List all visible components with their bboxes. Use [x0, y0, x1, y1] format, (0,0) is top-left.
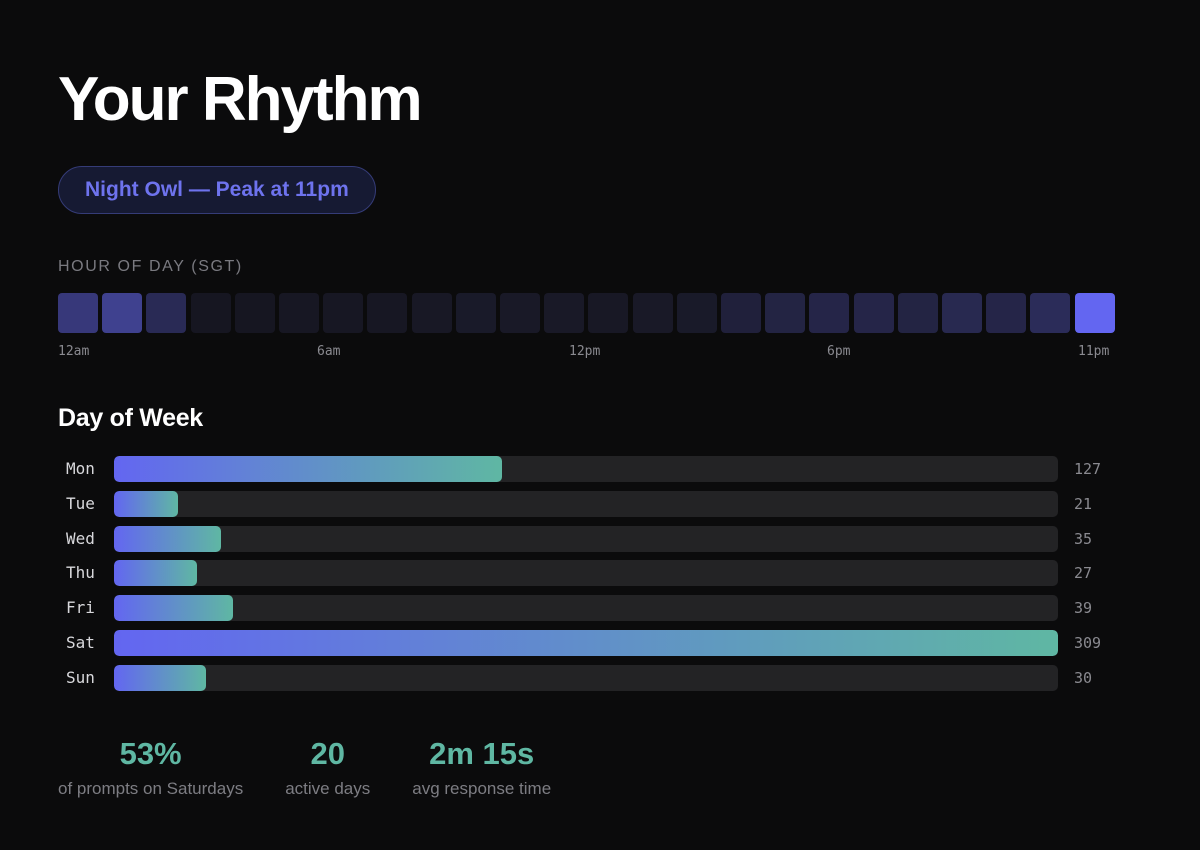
- hour-cell-12am: [58, 293, 98, 333]
- day-bar-track: [114, 664, 1058, 691]
- hour-cell-5pm: [809, 293, 850, 333]
- hour-cell-9pm: [986, 293, 1027, 333]
- stat-label: active days: [285, 779, 371, 798]
- day-row-wed: Wed 35: [58, 525, 1138, 552]
- stat-value: 2m 15s: [429, 736, 535, 771]
- hour-cell-3am: [190, 293, 231, 333]
- day-of-week-chart: Mon 127 Tue 21 Wed 35 Thu 27 Fri 39 Sat 309 Sun 30: [58, 456, 1138, 700]
- hour-tick-label: 12am: [58, 344, 90, 359]
- hour-cell-11pm: [1074, 293, 1115, 333]
- peak-badge: Night Owl — Peak at 11pm: [58, 166, 376, 214]
- day-label: Wed: [66, 528, 95, 548]
- day-value-label: 127: [1074, 460, 1102, 478]
- day-label: Tue: [66, 493, 95, 513]
- stat-active-days: 20 active days: [285, 735, 370, 799]
- day-bar-track: [114, 525, 1058, 552]
- day-label: Thu: [66, 563, 95, 583]
- day-bar-track: [114, 456, 1058, 482]
- hour-cell-10am: [500, 293, 540, 333]
- day-bar-tue: [114, 490, 179, 517]
- hour-tick-label: 11pm: [1078, 344, 1110, 359]
- hour-of-day-label: HOUR OF DAY (SGT): [58, 258, 243, 275]
- hour-cell-6pm: [853, 293, 894, 333]
- hour-cell-8am: [411, 293, 452, 333]
- day-bar-track: [114, 595, 1058, 622]
- hour-cell-2am: [146, 293, 187, 333]
- hour-cell-1pm: [632, 293, 673, 333]
- hour-tick-label: 12pm: [569, 344, 601, 359]
- stat-saturday-share: 53% of prompts on Saturdays: [58, 735, 243, 799]
- day-value-label: 309: [1074, 633, 1102, 652]
- hour-cell-9am: [455, 293, 496, 333]
- day-row-mon: Mon 127: [58, 456, 1138, 482]
- day-bar-track: [114, 560, 1058, 587]
- hour-cell-10pm: [1030, 293, 1071, 333]
- day-label: Fri: [66, 598, 95, 618]
- day-value-label: 35: [1074, 529, 1093, 548]
- rhythm-page: Your Rhythm Night Owl — Peak at 11pm HOU…: [0, 0, 1200, 850]
- day-value-label: 39: [1074, 599, 1093, 618]
- stat-avg-response: 2m 15s avg response time: [412, 735, 551, 799]
- hour-cell-3pm: [721, 293, 761, 333]
- hour-tick-label: 6pm: [827, 344, 851, 359]
- day-value-label: 21: [1074, 494, 1093, 513]
- day-bar-wed: [114, 525, 221, 552]
- stat-value: 20: [310, 736, 345, 771]
- day-label: Sun: [66, 667, 95, 687]
- hour-tick-labels: 12am 6am 12pm 6pm 11pm: [58, 344, 1118, 364]
- hour-cell-1am: [102, 293, 143, 333]
- stat-value: 53%: [119, 736, 182, 771]
- page-title: Your Rhythm: [58, 65, 423, 134]
- day-value-label: 27: [1074, 564, 1093, 583]
- hour-tick-label: 6am: [317, 344, 341, 359]
- day-of-week-title: Day of Week: [58, 404, 203, 432]
- hour-of-day-heatmap: [58, 293, 1118, 333]
- hour-cell-12pm: [588, 293, 629, 333]
- hour-cell-4pm: [765, 293, 806, 333]
- hour-cell-5am: [279, 293, 319, 333]
- day-bar-track: [114, 629, 1058, 656]
- day-row-sat: Sat 309: [58, 629, 1138, 656]
- day-bar-sun: [114, 664, 206, 691]
- day-row-thu: Thu 27: [58, 560, 1138, 587]
- hour-cell-11am: [544, 293, 585, 333]
- hour-cell-7pm: [897, 293, 938, 333]
- day-bar-thu: [114, 560, 197, 587]
- day-label: Mon: [66, 459, 95, 478]
- stat-label: avg response time: [412, 779, 552, 798]
- hour-cell-6am: [323, 293, 364, 333]
- day-bar-sat: [114, 629, 1058, 656]
- day-bar-mon: [114, 456, 502, 482]
- hour-cell-7am: [367, 293, 408, 333]
- day-row-fri: Fri 39: [58, 595, 1138, 622]
- day-label: Sat: [66, 632, 95, 652]
- stats-row: 53% of prompts on Saturdays 20 active da…: [58, 735, 551, 799]
- hour-cell-4am: [234, 293, 275, 333]
- hour-cell-8pm: [942, 293, 982, 333]
- day-value-label: 30: [1074, 668, 1093, 687]
- day-row-sun: Sun 30: [58, 664, 1138, 691]
- hour-cell-2pm: [676, 293, 717, 333]
- day-bar-track: [114, 490, 1058, 517]
- day-row-tue: Tue 21: [58, 490, 1138, 517]
- day-bar-fri: [114, 595, 234, 622]
- stat-label: of prompts on Saturdays: [58, 779, 244, 798]
